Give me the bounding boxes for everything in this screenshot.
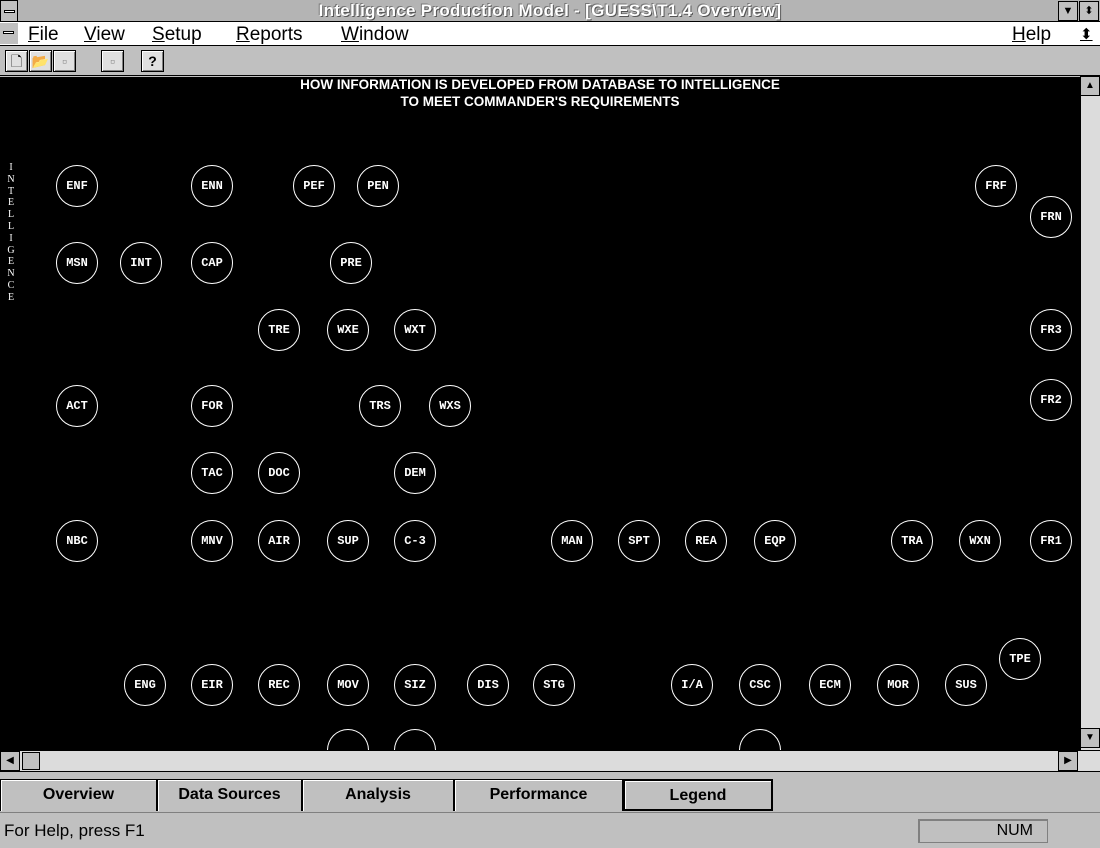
diagram-node-sus[interactable]: SUS [945, 664, 987, 706]
menu-window[interactable]: Window [341, 24, 409, 46]
diagram-node-pef[interactable]: PEF [293, 165, 335, 207]
help-icon[interactable]: ? [141, 50, 164, 72]
menu-file[interactable]: File [28, 24, 59, 46]
diagram-node-trs[interactable]: TRS [359, 385, 401, 427]
menu-help[interactable]: Help [1012, 24, 1051, 46]
status-help-text: For Help, press F1 [4, 821, 145, 840]
diagram-heading-line-1: HOW INFORMATION IS DEVELOPED FROM DATABA… [300, 77, 780, 92]
diagram-node-for[interactable]: FOR [191, 385, 233, 427]
diagram-node-tac[interactable]: TAC [191, 452, 233, 494]
diagram-heading-line-2: TO MEET COMMANDER'S REQUIREMENTS [400, 94, 680, 109]
print-icon[interactable]: ▫ [101, 50, 124, 72]
diagram-node-ecm[interactable]: ECM [809, 664, 851, 706]
scroll-down-icon[interactable]: ▼ [1080, 728, 1100, 748]
diagram-canvas [0, 120, 1080, 750]
diagram-heading: HOW INFORMATION IS DEVELOPED FROM DATABA… [0, 76, 1080, 110]
diagram-node-wxs[interactable]: WXS [429, 385, 471, 427]
vertical-scrollbar-upper[interactable]: ▲ [1080, 76, 1100, 120]
tab-performance[interactable]: Performance [454, 779, 623, 811]
status-bar: For Help, press F1 NUM [0, 812, 1100, 848]
diagram-node-mnv[interactable]: MNV [191, 520, 233, 562]
menu-view[interactable]: View [84, 24, 125, 46]
diagram-node-tpe[interactable]: TPE [999, 638, 1041, 680]
diagram-node-enn[interactable]: ENN [191, 165, 233, 207]
diagram-node-rec[interactable]: REC [258, 664, 300, 706]
scroll-left-icon[interactable]: ◀ [0, 751, 20, 771]
diagram-node-fr2[interactable]: FR2 [1030, 379, 1072, 421]
vertical-intelligence-label: I N T E L L I G E N C E [7, 162, 15, 303]
diagram-node-eir[interactable]: EIR [191, 664, 233, 706]
diagram-node-act[interactable]: ACT [56, 385, 98, 427]
view-tabs: Overview Data Sources Analysis Performan… [0, 773, 1100, 811]
new-document-icon[interactable]: 🗋 [5, 50, 28, 72]
vertical-scrollbar[interactable]: ▼ [1080, 120, 1100, 750]
scroll-right-icon[interactable]: ▶ [1058, 751, 1078, 771]
diagram-node-cap[interactable]: CAP [191, 242, 233, 284]
open-folder-icon[interactable]: 📂 [29, 50, 52, 72]
horizontal-scrollbar[interactable]: ◀ ▶ [0, 750, 1100, 772]
tab-analysis[interactable]: Analysis [302, 779, 454, 811]
diagram-node-man[interactable]: MAN [551, 520, 593, 562]
num-lock-indicator: NUM [918, 819, 1048, 843]
diagram-node-fr1[interactable]: FR1 [1030, 520, 1072, 562]
diagram-node-int[interactable]: INT [120, 242, 162, 284]
diagram-node-msn[interactable]: MSN [56, 242, 98, 284]
window-title: Intelligence Production Model - [GUESS\T… [318, 1, 782, 20]
diagram-node-mor[interactable]: MOR [877, 664, 919, 706]
diagram-node-wxn[interactable]: WXN [959, 520, 1001, 562]
diagram-node-c-3[interactable]: C-3 [394, 520, 436, 562]
diagram-node-mov[interactable]: MOV [327, 664, 369, 706]
diagram-node-tre[interactable]: TRE [258, 309, 300, 351]
diagram-node-fr3[interactable]: FR3 [1030, 309, 1072, 351]
document-system-menu-button[interactable] [0, 23, 18, 44]
title-bar: Intelligence Production Model - [GUESS\T… [0, 0, 1100, 22]
save-icon[interactable]: ▫ [53, 50, 76, 72]
diagram-node-doc[interactable]: DOC [258, 452, 300, 494]
diagram-node-frn[interactable]: FRN [1030, 196, 1072, 238]
diagram-node-frf[interactable]: FRF [975, 165, 1017, 207]
document-restore-button[interactable]: ⬍ [1080, 25, 1093, 43]
diagram-node-nbc[interactable]: NBC [56, 520, 98, 562]
restore-button[interactable]: ⬍ [1079, 1, 1099, 21]
menu-setup[interactable]: Setup [152, 24, 202, 46]
horizontal-scroll-thumb[interactable] [22, 752, 40, 770]
diagram-node-eqp[interactable]: EQP [754, 520, 796, 562]
scroll-up-icon[interactable]: ▲ [1080, 76, 1100, 96]
menu-reports[interactable]: Reports [236, 24, 303, 46]
toolbar: 🗋 📂 ▫ ▫ ? [0, 46, 1100, 76]
diagram-node-stg[interactable]: STG [533, 664, 575, 706]
diagram-node-i-a[interactable]: I/A [671, 664, 713, 706]
diagram-node-pre[interactable]: PRE [330, 242, 372, 284]
diagram-node-csc[interactable]: CSC [739, 664, 781, 706]
tab-legend[interactable]: Legend [623, 779, 773, 811]
diagram-node-dis[interactable]: DIS [467, 664, 509, 706]
diagram-node-air[interactable]: AIR [258, 520, 300, 562]
diagram-node-enf[interactable]: ENF [56, 165, 98, 207]
diagram-node-pen[interactable]: PEN [357, 165, 399, 207]
diagram-node-dem[interactable]: DEM [394, 452, 436, 494]
menu-bar: File View Setup Reports Window Help ⬍ [0, 22, 1100, 46]
tab-data-sources[interactable]: Data Sources [157, 779, 302, 811]
diagram-node-spt[interactable]: SPT [618, 520, 660, 562]
minimize-button[interactable]: ▼ [1058, 1, 1078, 21]
diagram-node-siz[interactable]: SIZ [394, 664, 436, 706]
diagram-node-wxt[interactable]: WXT [394, 309, 436, 351]
diagram-node-wxe[interactable]: WXE [327, 309, 369, 351]
diagram-node-eng[interactable]: ENG [124, 664, 166, 706]
diagram-node-tra[interactable]: TRA [891, 520, 933, 562]
diagram-node-sup[interactable]: SUP [327, 520, 369, 562]
tab-overview[interactable]: Overview [0, 779, 157, 811]
diagram-node-rea[interactable]: REA [685, 520, 727, 562]
